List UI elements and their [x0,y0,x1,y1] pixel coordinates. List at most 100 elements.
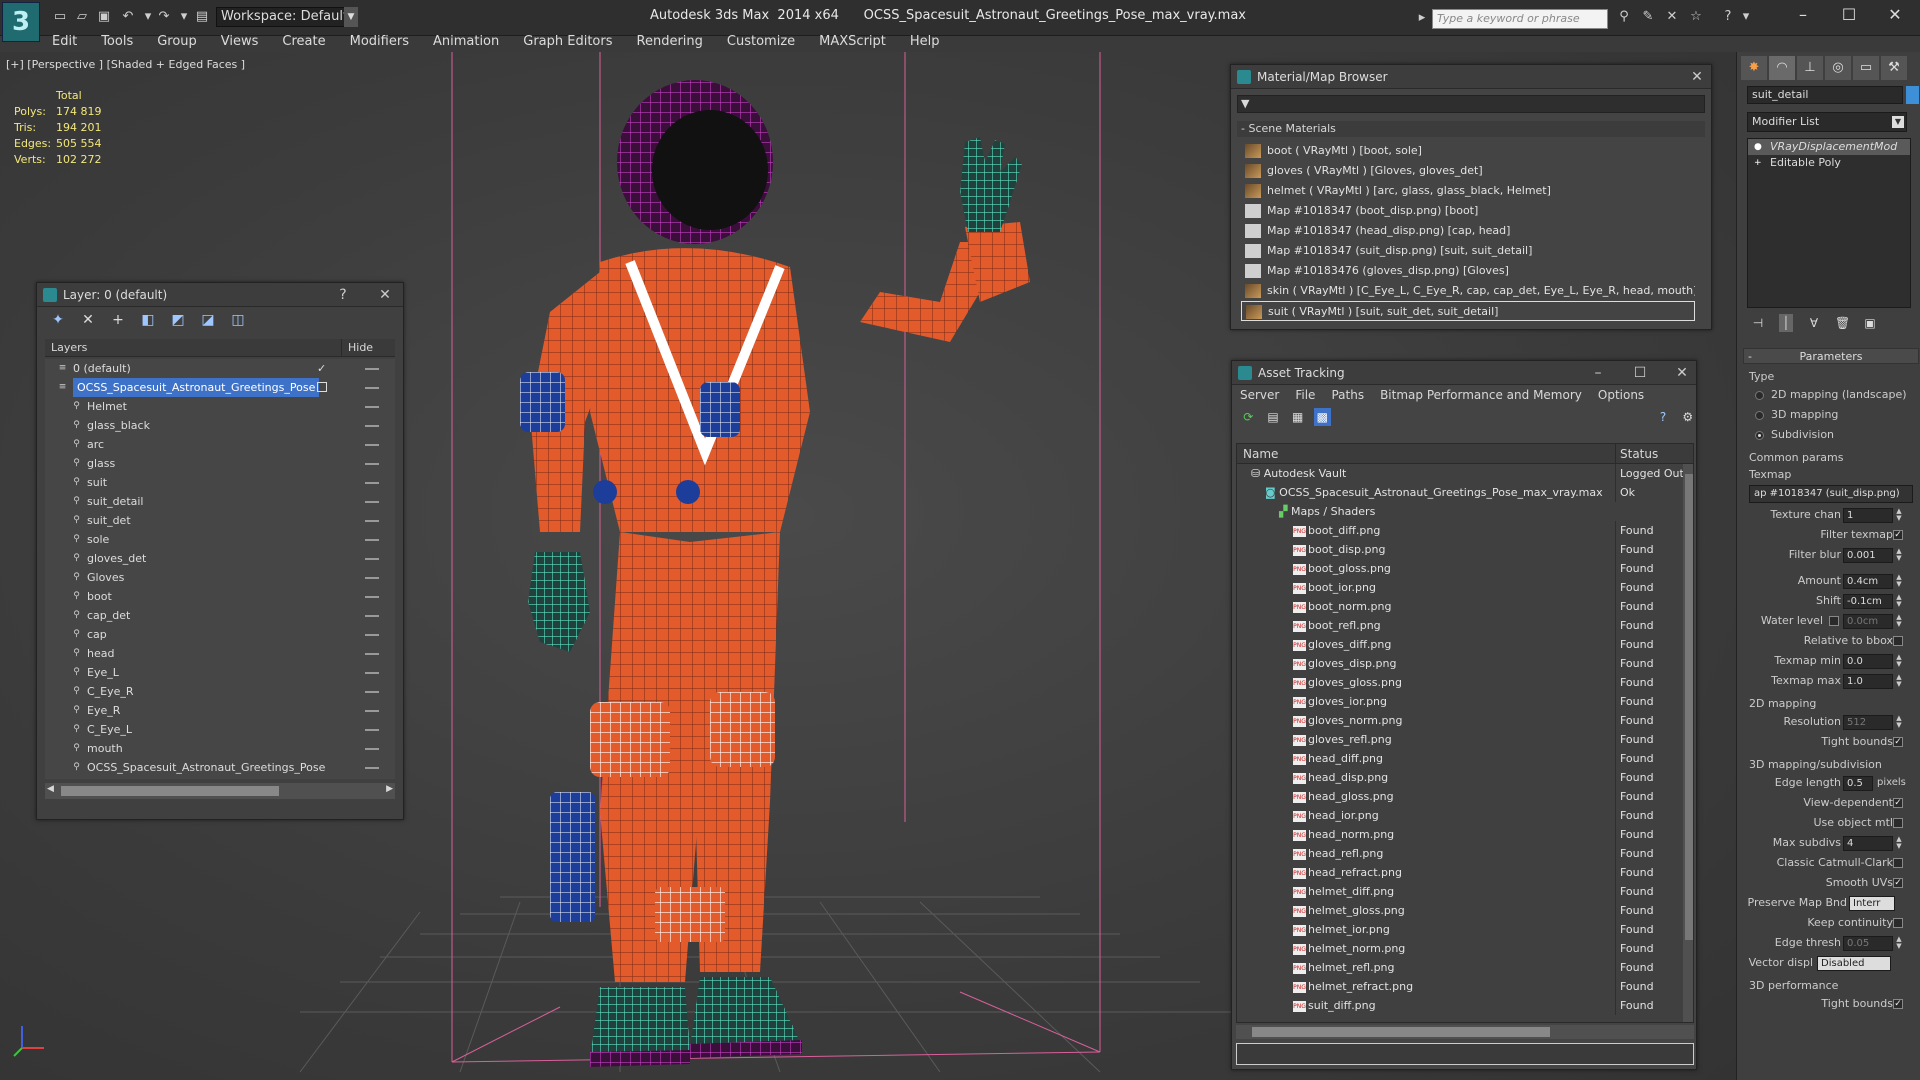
asset-menu-bitmap-performance[interactable]: Bitmap Performance and Memory [1372,385,1590,405]
layer-row[interactable]: ⚲ mouth [45,739,395,758]
hide-toggle-icon[interactable] [365,425,379,427]
menu-create[interactable]: Create [270,32,337,52]
asset-row[interactable]: PNG gloves_ior.png Found [1237,692,1693,711]
shift-input[interactable]: -0.1cm [1843,594,1893,609]
filter-blur-input[interactable]: 0.001 [1843,548,1893,563]
help-dropdown-icon[interactable]: ▾ [1738,9,1754,25]
asset-row[interactable]: PNG boot_diff.png Found [1237,521,1693,540]
scroll-left-icon[interactable]: ◀ [47,784,54,794]
menu-modifiers[interactable]: Modifiers [338,32,421,52]
communication-icon[interactable]: ✕ [1664,9,1680,25]
set-current-layer-box[interactable] [317,382,327,392]
hide-toggle-icon[interactable] [365,406,379,408]
layer-row[interactable]: ⚲ OCSS_Spacesuit_Astronaut_Greetings_Pose [45,758,395,777]
viewport-label[interactable]: [+] [Perspective ] [Shaded + Edged Faces… [6,58,245,71]
stack-item-vray-displacement[interactable]: ● VRayDisplacementMod [1748,139,1910,155]
hide-toggle-icon[interactable] [365,748,379,750]
layer-row[interactable]: ⚲ cap [45,625,395,644]
relative-bbox-checkbox[interactable] [1893,636,1903,646]
hide-toggle-icon[interactable] [365,577,379,579]
tight-bounds-checkbox[interactable]: ✓ [1893,737,1903,747]
scroll-right-icon[interactable]: ▶ [386,784,393,794]
layer-row[interactable]: ⚲ C_Eye_R [45,682,395,701]
layer-row[interactable]: ⚲ suit [45,473,395,492]
workspace-dropdown-icon[interactable]: ▼ [344,7,358,27]
select-objects-in-layer-icon[interactable]: ◧ [139,311,157,329]
favorites-star-icon[interactable]: ☆ [1688,9,1704,25]
filter-texmap-checkbox[interactable]: ✓ [1893,530,1903,540]
hide-toggle-icon[interactable] [365,501,379,503]
asset-close-icon[interactable]: ✕ [1670,361,1694,385]
open-file-icon[interactable]: ▱ [74,9,90,25]
menu-tools[interactable]: Tools [89,32,145,52]
remove-modifier-icon[interactable]: 🗑 [1835,314,1850,332]
layer-close-button[interactable]: ✕ [373,283,397,307]
asset-row[interactable]: PNG gloves_norm.png Found [1237,711,1693,730]
radio-2d-mapping[interactable]: 2D mapping (landscape) [1743,385,1919,405]
asset-row[interactable]: PNG boot_gloss.png Found [1237,559,1693,578]
texmap-button[interactable]: ap #1018347 (suit_disp.png) [1749,485,1913,503]
menu-group[interactable]: Group [145,32,209,52]
menu-help[interactable]: Help [898,32,952,52]
hide-toggle-icon[interactable] [365,539,379,541]
asset-row[interactable]: PNG head_diff.png Found [1237,749,1693,768]
asset-row[interactable]: PNG head_norm.png Found [1237,825,1693,844]
asset-row[interactable]: PNG gloves_disp.png Found [1237,654,1693,673]
highlight-selected-layer-icon[interactable]: ◩ [169,311,187,329]
asset-row[interactable]: PNG head_ior.png Found [1237,806,1693,825]
material-search-input[interactable]: ▼ [1237,95,1705,113]
hide-toggle-icon[interactable] [365,691,379,693]
asset-row[interactable]: ▞ Maps / Shaders [1237,502,1693,521]
layers-column-header[interactable]: Layers [51,339,87,357]
undo-dropdown-icon[interactable]: ▾ [140,9,156,25]
astronaut-model[interactable] [440,52,1080,1080]
radio-button[interactable] [1755,391,1764,400]
show-end-result-icon[interactable]: │ [1779,314,1793,332]
asset-row[interactable]: PNG head_gloss.png Found [1237,787,1693,806]
asset-row[interactable]: PNG boot_disp.png Found [1237,540,1693,559]
display-tab-icon[interactable]: ▭ [1853,56,1879,80]
workspace-select[interactable]: Workspace: Default [216,7,358,27]
asset-vertical-scrollbar[interactable] [1683,464,1693,1022]
hide-toggle-icon[interactable] [365,520,379,522]
hide-toggle-icon[interactable] [365,634,379,636]
maximize-icon[interactable]: ☐ [1834,4,1864,26]
asset-path-field[interactable] [1236,1043,1694,1065]
layer-row[interactable]: ≡ OCSS_Spacesuit_Astronaut_Greetings_Pose [45,378,395,397]
layer-scroll-thumb[interactable] [61,786,279,796]
asset-menu-file[interactable]: File [1287,385,1323,405]
undo-icon[interactable]: ↶ [120,9,136,25]
freeze-all-layers-icon[interactable]: ◫ [229,311,247,329]
thumbnail-view-icon[interactable]: ▦ [1289,408,1306,426]
subscription-icon[interactable]: ✎ [1640,9,1656,25]
create-tab-icon[interactable]: ✸ [1741,56,1767,80]
edge-thresh-input[interactable]: 0.05 [1843,936,1893,951]
hide-toggle-icon[interactable] [365,444,379,446]
layer-row[interactable]: ⚲ sole [45,530,395,549]
layer-row[interactable]: ⚲ suit_det [45,511,395,530]
smooth-uvs-checkbox[interactable]: ✓ [1893,878,1903,888]
asset-status-header[interactable]: Status [1615,444,1658,464]
layer-help-button[interactable]: ? [331,283,355,307]
object-name-field[interactable]: suit_detail [1747,86,1903,104]
spinner-icon[interactable]: ▲ ▼ [1895,574,1903,589]
preserve-map-select[interactable]: Interr [1849,896,1895,911]
redo-icon[interactable]: ↷ [156,9,172,25]
pin-stack-icon[interactable]: ⊣ [1751,314,1765,332]
menu-edit[interactable]: Edit [40,32,89,52]
hide-column-header[interactable]: Hide [341,339,373,357]
expand-plus-icon[interactable]: + [1754,158,1764,168]
asset-menu-options[interactable]: Options [1590,385,1652,405]
asset-settings-icon[interactable]: ⚙ [1679,408,1696,426]
vector-displ-select[interactable]: Disabled [1817,956,1891,971]
scene-materials-section[interactable]: - Scene Materials [1237,121,1705,137]
asset-tracking-titlebar[interactable]: Asset Tracking – ☐ ✕ [1232,361,1696,385]
make-unique-icon[interactable]: ∀ [1807,314,1821,332]
info-center-toggle-icon[interactable]: ▸ [1414,10,1430,26]
active-layer-check-icon[interactable]: ✓ [317,359,326,378]
spinner-icon[interactable]: ▲ ▼ [1895,936,1903,951]
asset-help-icon[interactable]: ? [1655,408,1672,426]
layer-row[interactable]: ⚲ Gloves [45,568,395,587]
modifier-list-dropdown[interactable]: Modifier List ▼ [1747,112,1907,132]
redo-dropdown-icon[interactable]: ▾ [176,9,192,25]
